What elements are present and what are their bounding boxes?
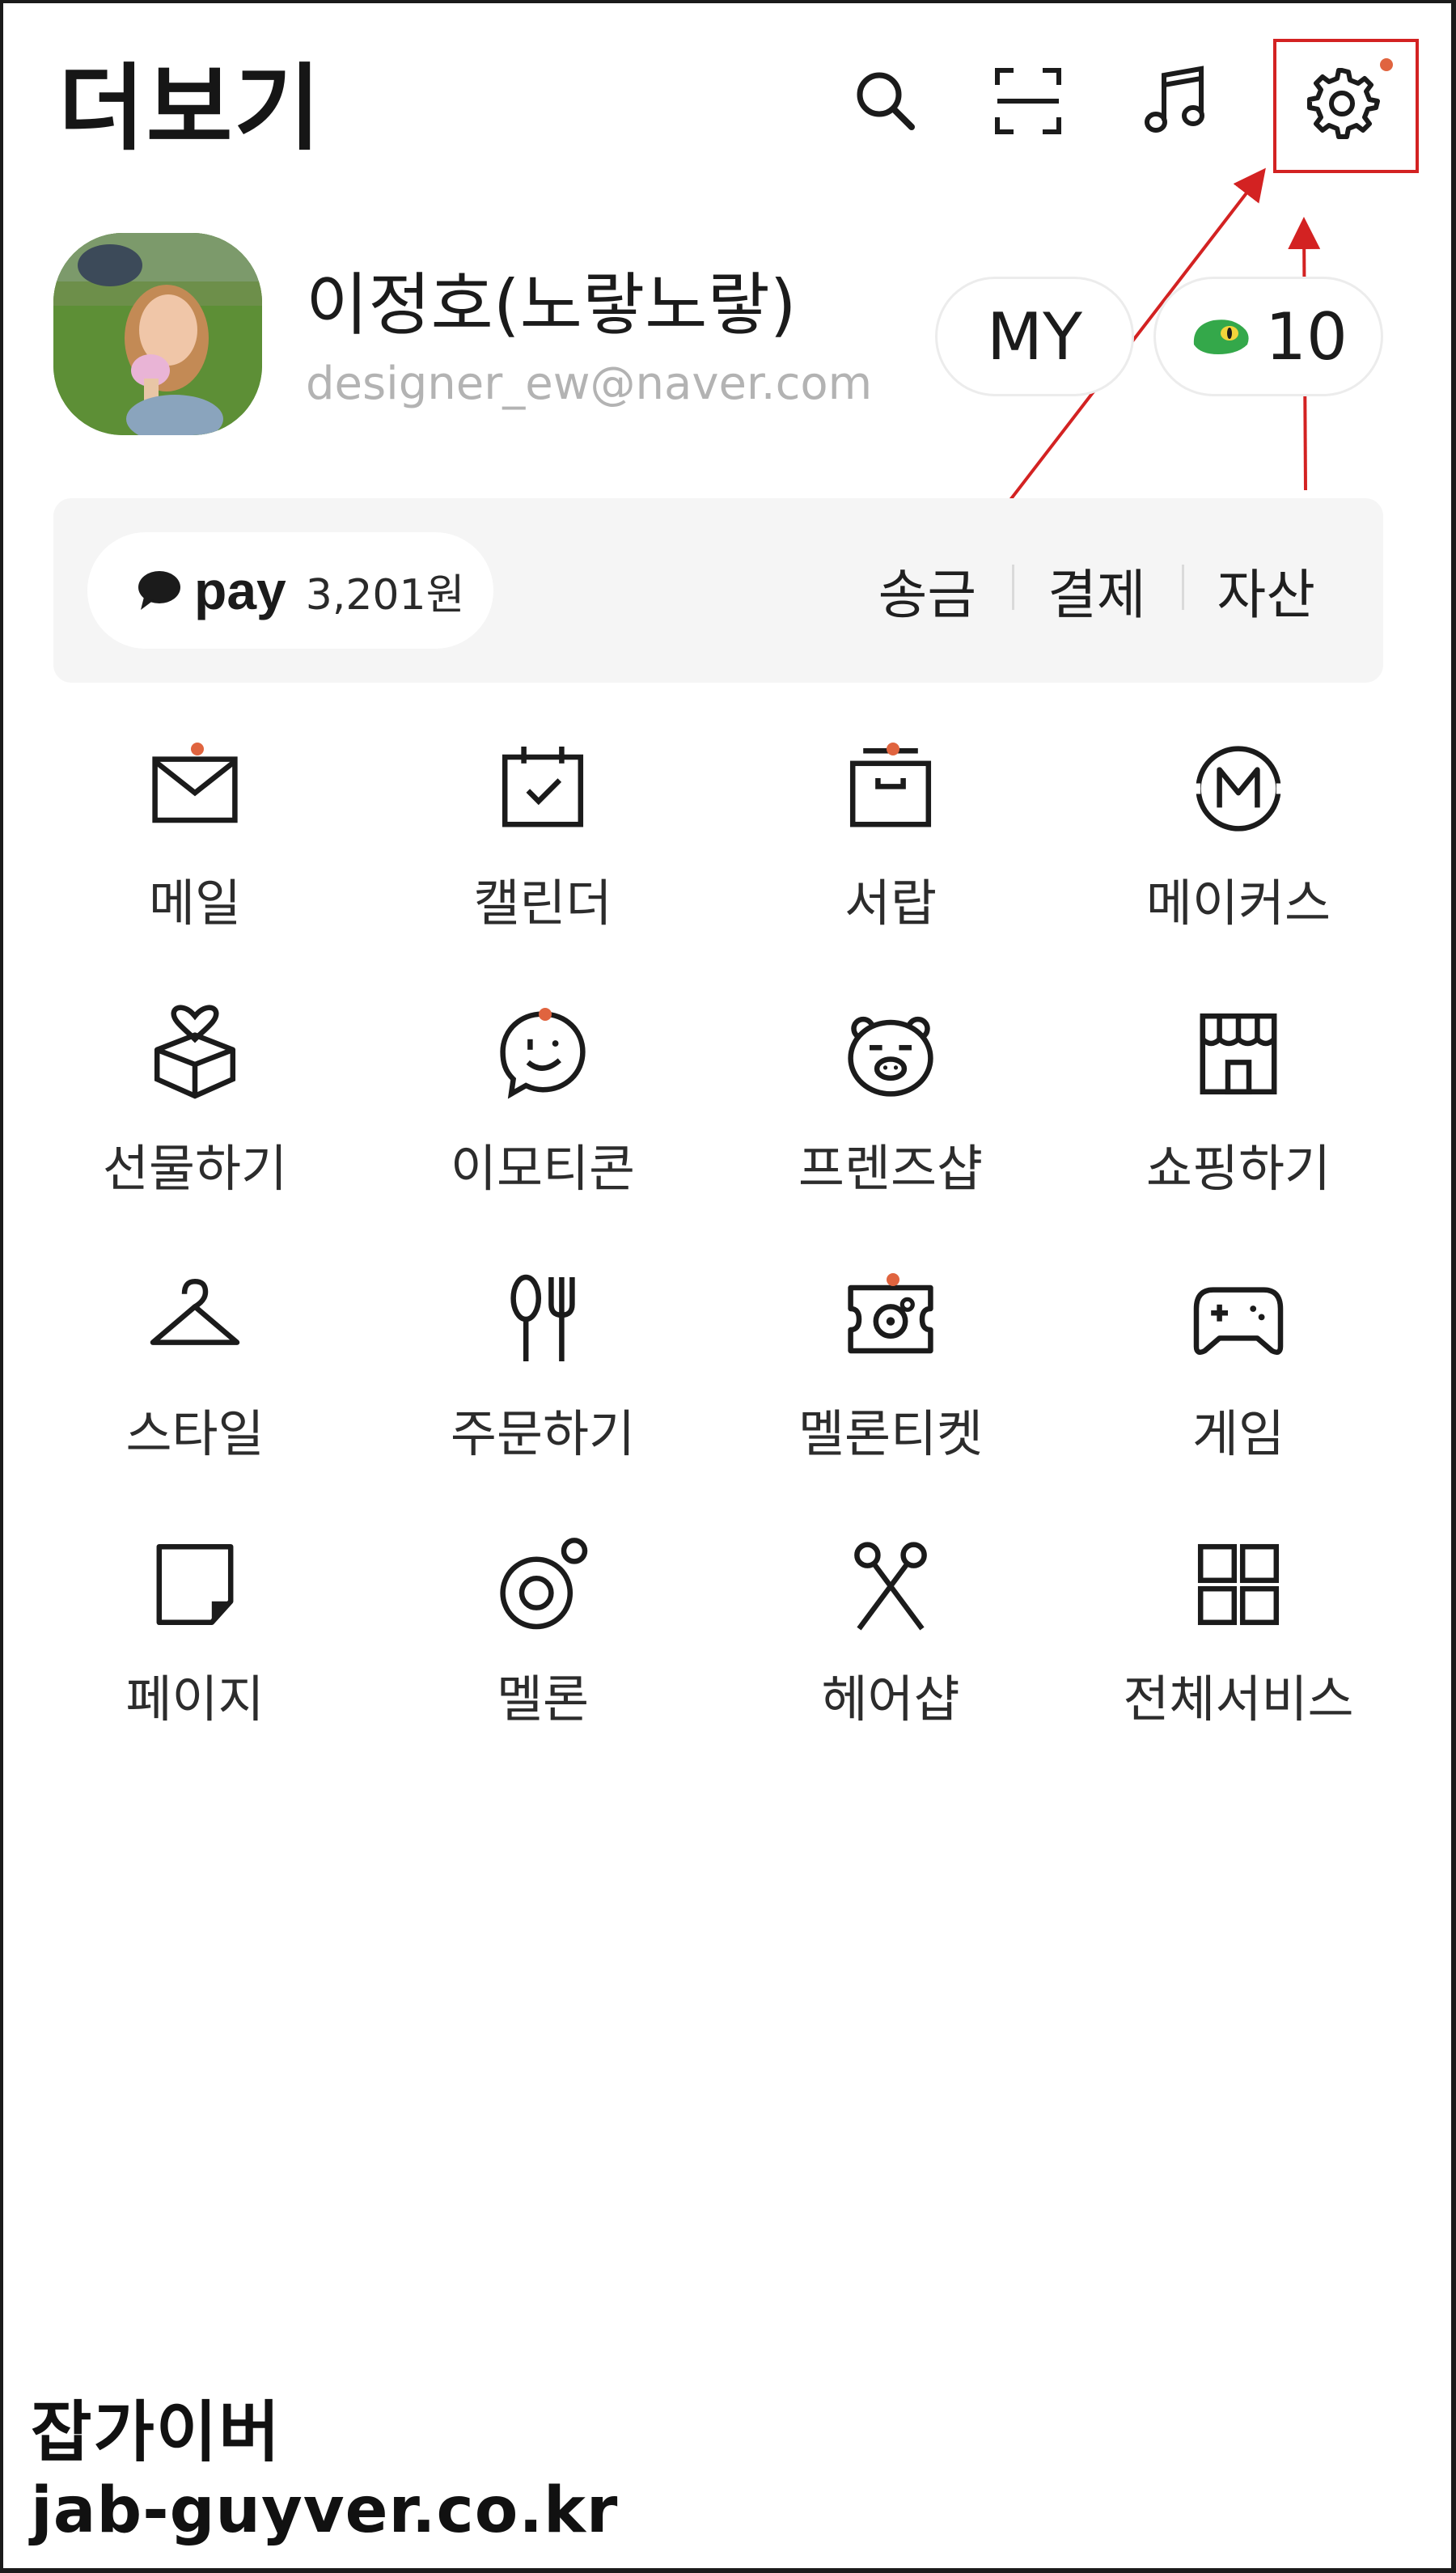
my-button[interactable]: MY [935,277,1134,396]
utensils-icon [510,1274,575,1361]
service-all[interactable]: 전체서비스 [1097,1524,1380,1750]
pay-bar: pay 3,201원 송금 결제 자산 [53,498,1383,683]
watermark-line2: jab-guyver.co.kr [31,2474,619,2547]
service-order[interactable]: 주문하기 [401,1259,684,1485]
shop-icon [1200,1013,1277,1095]
coin-button[interactable]: 10 [1153,277,1383,396]
service-friends-shop[interactable]: 프렌즈샵 [749,993,1032,1220]
pay-action-send[interactable]: 송금 [843,552,1012,629]
avatar[interactable] [53,233,262,435]
pay-amount: 3,201원 [305,570,465,620]
service-label: 헤어샵 [821,1669,960,1729]
friends-bear-icon [848,1016,933,1097]
service-game[interactable]: 게임 [1097,1259,1380,1485]
service-label: 주문하기 [450,1404,636,1463]
music-button[interactable] [1131,57,1220,146]
profile-email: designer_ew@naver.com [306,358,873,410]
service-label: 페이지 [125,1669,265,1729]
coin-count: 10 [1265,298,1348,375]
service-emoticon[interactable]: 이모티콘 [401,993,684,1220]
pay-logo: pay [194,561,286,620]
scissors-icon [854,1542,927,1631]
service-hairshop[interactable]: 헤어샵 [749,1524,1032,1750]
service-label: 프렌즈샵 [798,1139,984,1198]
annotation-highlight-box [1273,39,1419,173]
service-label: 게임 [1191,1404,1285,1463]
service-shopping[interactable]: 쇼핑하기 [1097,993,1380,1220]
music-icon [1145,66,1204,133]
search-button[interactable] [841,57,930,146]
qr-scan-icon [995,68,1061,134]
profile-name[interactable]: 이정호(노랗노랗) [306,251,797,349]
service-label: 메이커스 [1145,874,1331,933]
service-label: 선물하기 [102,1139,288,1198]
watermark: 잡가이버 jab-guyver.co.kr [31,2394,618,2550]
service-label: 메일 [148,874,242,933]
service-label: 전체서비스 [1123,1669,1354,1729]
pay-actions: 송금 결제 자산 [843,498,1351,683]
gift-icon [154,1005,236,1099]
drawer-badge [887,743,899,755]
avatar-photo [53,233,262,435]
service-makers[interactable]: 메이커스 [1097,728,1380,954]
pay-action-assets[interactable]: 자산 [1181,552,1351,629]
pay-action-payment[interactable]: 결제 [1012,552,1181,629]
search-icon [857,72,915,130]
service-mail[interactable]: 메일 [53,728,336,954]
service-style[interactable]: 스타일 [53,1259,336,1485]
all-services-icon [1197,1543,1280,1626]
service-label: 멜론 [496,1669,590,1729]
service-drawer[interactable]: 서랍 [749,728,1032,954]
watermark-line1: 잡가이버 [31,2394,281,2471]
service-gift[interactable]: 선물하기 [53,993,336,1220]
gamepad-icon [1193,1287,1284,1355]
page-title: 더보기 [58,54,323,163]
service-melon[interactable]: 멜론 [401,1524,684,1750]
qr-scan-button[interactable] [984,57,1073,146]
melon-icon [500,1538,588,1630]
service-melon-ticket[interactable]: 멜론티켓 [749,1259,1032,1485]
service-label: 서랍 [844,874,938,933]
melon-ticket-badge [887,1273,899,1286]
service-label: 이모티콘 [450,1139,636,1198]
mail-badge [191,743,204,755]
talk-bubble-icon [138,571,180,610]
emoticon-badge [539,1008,552,1021]
coin-creature-icon [1193,320,1249,354]
service-calendar[interactable]: 캘린더 [401,728,684,954]
page-icon [156,1543,234,1626]
service-label: 캘린더 [473,874,612,933]
service-label: 멜론티켓 [798,1404,984,1463]
makers-icon [1186,746,1291,832]
service-label: 쇼핑하기 [1145,1139,1331,1198]
calendar-icon [502,747,584,827]
hanger-icon [150,1278,240,1345]
service-label: 스타일 [125,1404,265,1463]
service-page[interactable]: 페이지 [53,1524,336,1750]
pay-balance-button[interactable]: pay 3,201원 [87,532,493,649]
